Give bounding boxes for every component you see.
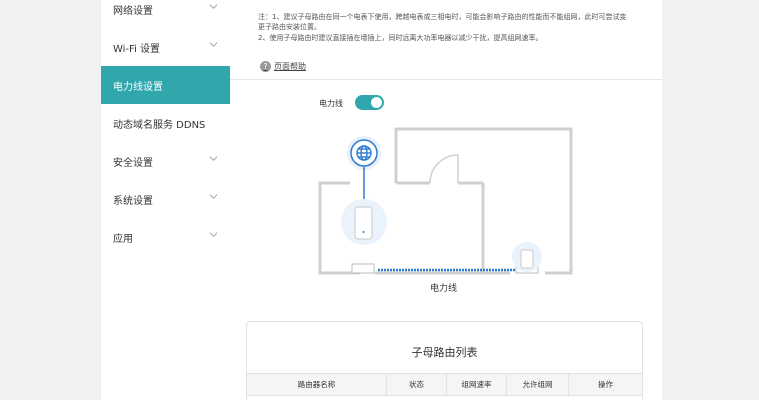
column-header-status: 状态	[387, 374, 447, 395]
toggle-knob	[371, 97, 382, 108]
sidebar-item-wifi[interactable]: Wi-Fi 设置	[101, 28, 230, 66]
sidebar-item-label: 应用	[113, 233, 133, 245]
router-table-header: 路由器名称 状态 组网速率 允许组网 操作	[247, 373, 642, 396]
sidebar-item-powerline[interactable]: 电力线设置	[101, 66, 230, 104]
sidebar-item-apps[interactable]: 应用	[101, 218, 230, 256]
powerline-label: 电力线	[319, 99, 343, 108]
router-list-title: 子母路由列表	[411, 346, 478, 359]
help-icon: ?	[260, 61, 271, 72]
sidebar-item-security[interactable]: 安全设置	[101, 142, 230, 180]
chevron-down-icon	[209, 42, 218, 47]
page-help-label: 页面帮助	[274, 62, 306, 71]
sidebar-item-label: 系统设置	[113, 195, 153, 207]
sidebar-item-label: Wi-Fi 设置	[113, 43, 161, 55]
sidebar-item-label: 网络设置	[113, 5, 153, 17]
sidebar-item-ddns[interactable]: 动态域名服务 DDNS	[101, 104, 230, 142]
column-header-rate: 组网速率	[447, 374, 507, 395]
note-line: 更子路由安装位置。	[258, 23, 321, 31]
note-line: 2、使用子母路由时建议直接插在墙插上，同时远离大功率电器以减少干扰，提高组网速率…	[258, 34, 543, 42]
chevron-down-icon	[209, 232, 218, 237]
router-list-card: 子母路由列表 路由器名称 状态 组网速率 允许组网 操作	[246, 321, 643, 400]
sidebar-item-network[interactable]: 网络设置	[101, 0, 230, 28]
sidebar: 网络设置 Wi-Fi 设置 电力线设置 动态域名服务 DDNS 安全设置 系统设…	[101, 0, 230, 400]
chevron-down-icon	[209, 4, 218, 9]
right-gutter	[662, 0, 759, 400]
sidebar-item-label: 电力线设置	[113, 81, 163, 93]
page-help-link[interactable]: ? 页面帮助	[260, 61, 306, 72]
sidebar-item-system[interactable]: 系统设置	[101, 180, 230, 218]
sidebar-item-label: 动态域名服务 DDNS	[113, 119, 206, 131]
column-header-allow: 允许组网	[507, 374, 569, 395]
column-header-name: 路由器名称	[247, 374, 387, 395]
sidebar-item-label: 安全设置	[113, 157, 153, 169]
diagram-caption: 电力线	[430, 284, 458, 294]
chevron-down-icon	[209, 194, 218, 199]
notes-section: 注：1、建议子母路由在同一个电表下使用，跨越电表或三相电时，可能会影响子路由的性…	[230, 0, 662, 80]
powerline-toggle[interactable]	[355, 95, 384, 110]
chevron-down-icon	[209, 156, 218, 161]
column-header-action: 操作	[598, 380, 613, 389]
note-line: 注：1、建议子母路由在同一个电表下使用，跨越电表或三相电时，可能会影响子路由的性…	[258, 13, 627, 21]
